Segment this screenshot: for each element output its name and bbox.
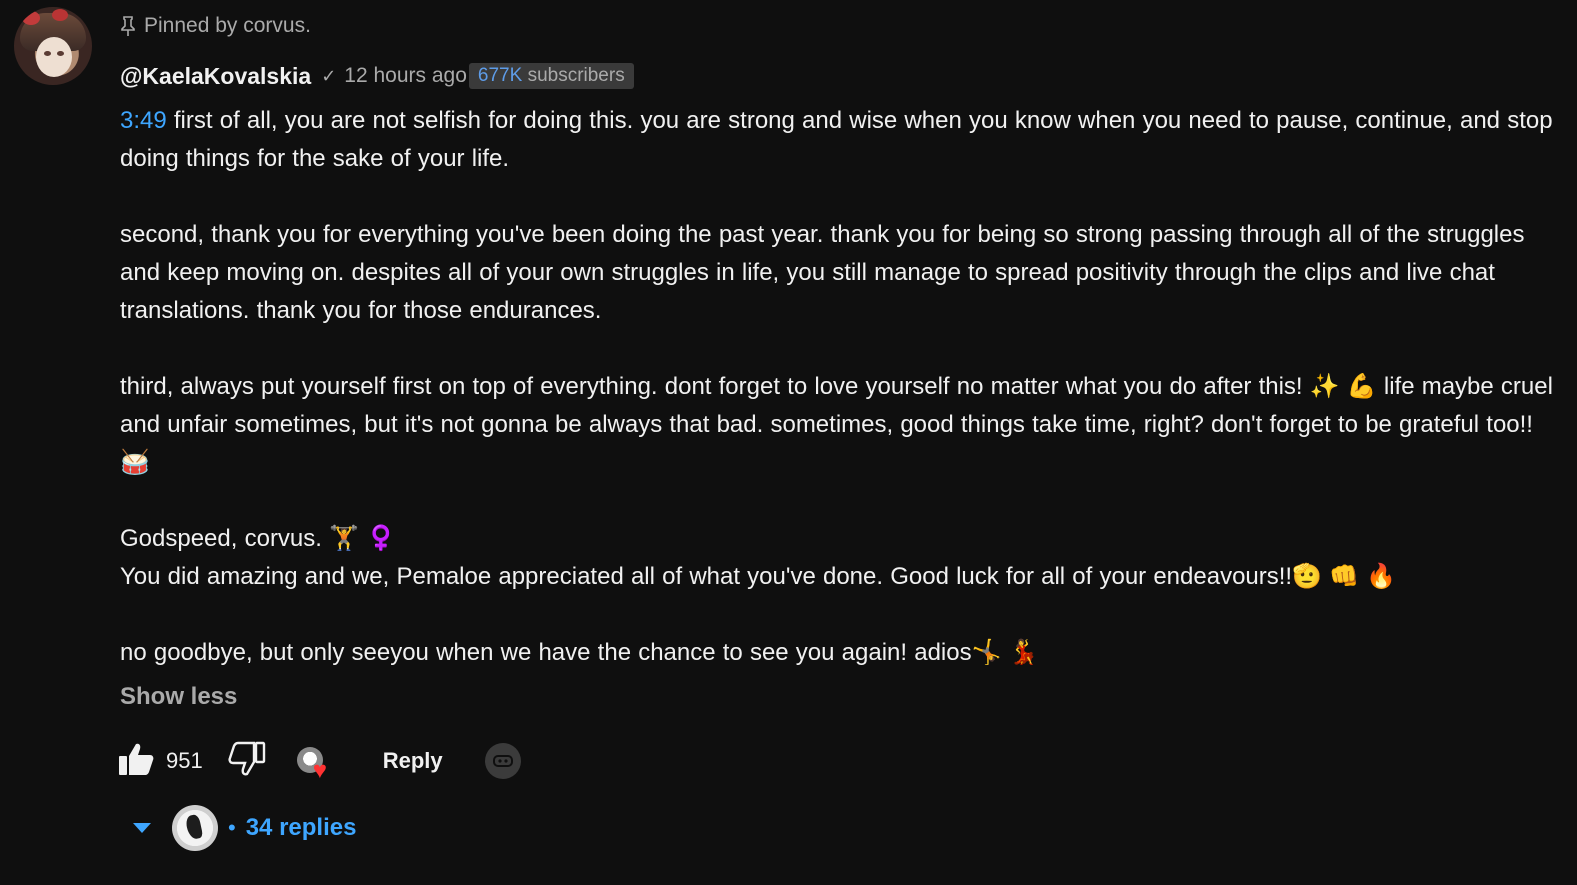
pinned-text: Pinned by corvus. [144,14,311,37]
author-avatar[interactable] [14,7,92,85]
reply-button[interactable]: Reply [379,742,447,780]
avatar-figure [184,813,204,841]
comment-paragraph: You did amazing and we, Pemaloe apprecia… [120,563,1397,590]
show-less-button[interactable]: Show less [120,683,237,711]
video-timestamp-link[interactable]: 3:49 [120,107,167,134]
pin-icon [120,15,136,37]
author-name[interactable]: @KaelaKovalskia [120,63,311,90]
comment-header: @KaelaKovalskia ✓ 12 hours ago 677K subs… [120,60,634,92]
like-count: 951 [166,748,203,773]
subscriber-label: subscribers [527,65,625,86]
avatar-face [36,37,72,77]
avatar-bow [22,11,40,25]
verified-check-icon: ✓ [321,65,337,86]
dislike-button[interactable] [225,739,269,783]
subscriber-count: 677K [477,65,523,86]
comment-paragraph: no goodbye, but only seeyou when we have… [120,639,1039,666]
avatar-eye [57,51,64,56]
comment-thread: Pinned by corvus. @KaelaKovalskia ✓ 12 h… [0,0,1577,885]
comment-timestamp[interactable]: 12 hours ago [344,64,467,88]
subscriber-badge: 677K subscribers [468,63,634,89]
like-button[interactable] [114,739,158,783]
chevron-down-icon [130,816,154,840]
comment-paragraph: second, thank you for everything you've … [120,221,1525,324]
creator-heart-icon[interactable]: ♥ [295,739,339,783]
comment-paragraph: third, always put yourself first on top … [120,373,1553,476]
avatar-bow [52,9,68,21]
avatar-eye [44,51,51,56]
comment-paragraph: Godspeed, corvus. 🏋 ♀️ [120,525,397,552]
pinned-label: Pinned by corvus. [120,12,311,40]
comment-body: 3:49 first of all, you are not selfish f… [120,102,1560,672]
reply-author-avatar [172,805,218,851]
heart-icon: ♥ [312,757,327,784]
replies-count[interactable]: 34 replies [246,814,357,842]
thumbs-down-icon [228,741,266,782]
comment-paragraph: 3:49 first of all, you are not selfish f… [120,102,1560,178]
replies-toggle[interactable]: • 34 replies [130,804,356,852]
paragraph-text: first of all, you are not selfish for do… [120,107,1553,172]
comment-actions: 951 ♥ Reply [114,738,521,784]
replies-separator: • [228,815,236,840]
thumbs-up-icon [117,741,155,782]
more-icon[interactable] [484,743,521,779]
